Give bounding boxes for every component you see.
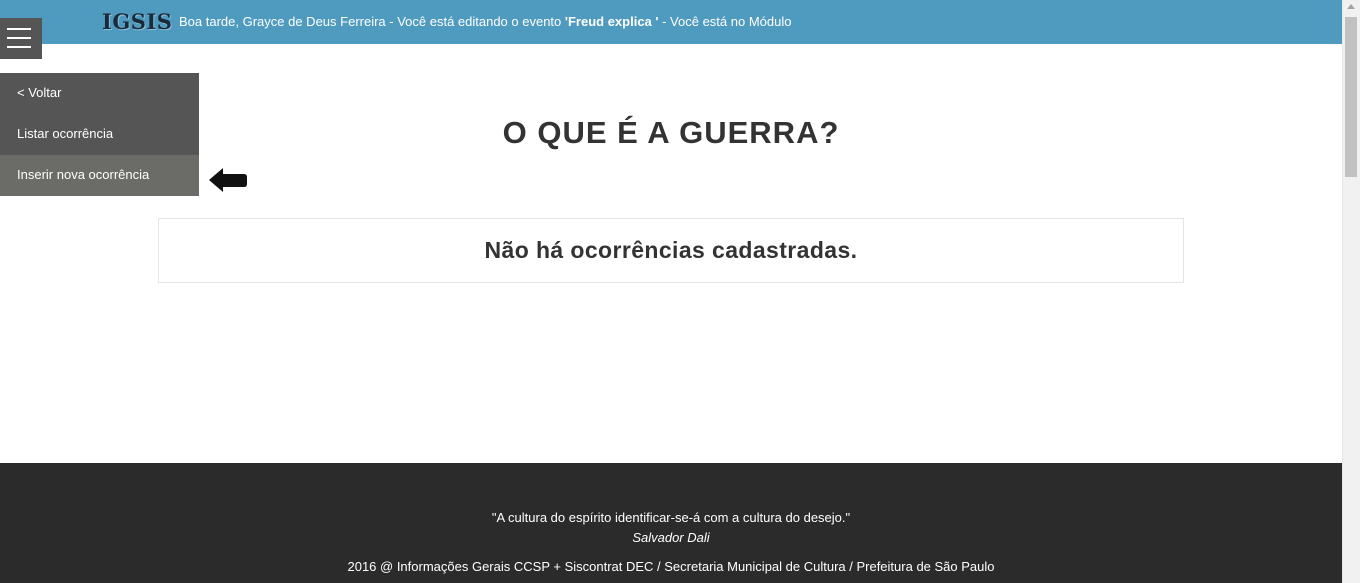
scroll-up-arrow-icon[interactable] <box>1347 4 1355 9</box>
footer-credits: 2016 @ Informações Gerais CCSP + Siscont… <box>347 559 995 574</box>
menu-item-voltar[interactable]: < Voltar <box>0 73 199 114</box>
page: IGSIS Boa tarde, Grayce de Deus Ferreira… <box>0 0 1360 583</box>
empty-state-panel: Não há ocorrências cadastradas. <box>158 218 1184 283</box>
footer: "A cultura do espírito identificar-se-á … <box>0 463 1342 583</box>
hamburger-line <box>7 28 31 30</box>
vertical-scrollbar[interactable] <box>1342 0 1360 583</box>
side-menu: < Voltar Listar ocorrência Inserir nova … <box>0 73 199 196</box>
logo[interactable]: IGSIS <box>102 9 172 34</box>
greeting-suffix: - Você está no Módulo <box>658 14 792 29</box>
top-bar: IGSIS Boa tarde, Grayce de Deus Ferreira… <box>0 0 1342 44</box>
empty-state-text: Não há ocorrências cadastradas. <box>484 237 858 263</box>
scrollbar-thumb[interactable] <box>1345 17 1357 177</box>
page-title: O QUE É A GUERRA? <box>502 115 840 150</box>
event-name: 'Freud explica ' <box>564 14 659 29</box>
greeting-text: Boa tarde, Grayce de Deus Ferreira - Voc… <box>179 14 791 29</box>
greeting-prefix: Boa tarde, Grayce de Deus Ferreira - Voc… <box>179 14 565 29</box>
footer-quote-author: Salvador Dali <box>632 530 710 545</box>
footer-quote: "A cultura do espírito identificar-se-á … <box>491 510 851 525</box>
hamburger-line <box>7 37 31 39</box>
hamburger-line <box>7 46 31 48</box>
left-arrow-icon <box>209 168 247 192</box>
menu-item-listar-ocorrencia[interactable]: Listar ocorrência <box>0 114 199 155</box>
hamburger-icon[interactable] <box>0 18 42 59</box>
menu-item-inserir-nova-ocorrencia[interactable]: Inserir nova ocorrência <box>0 155 199 196</box>
